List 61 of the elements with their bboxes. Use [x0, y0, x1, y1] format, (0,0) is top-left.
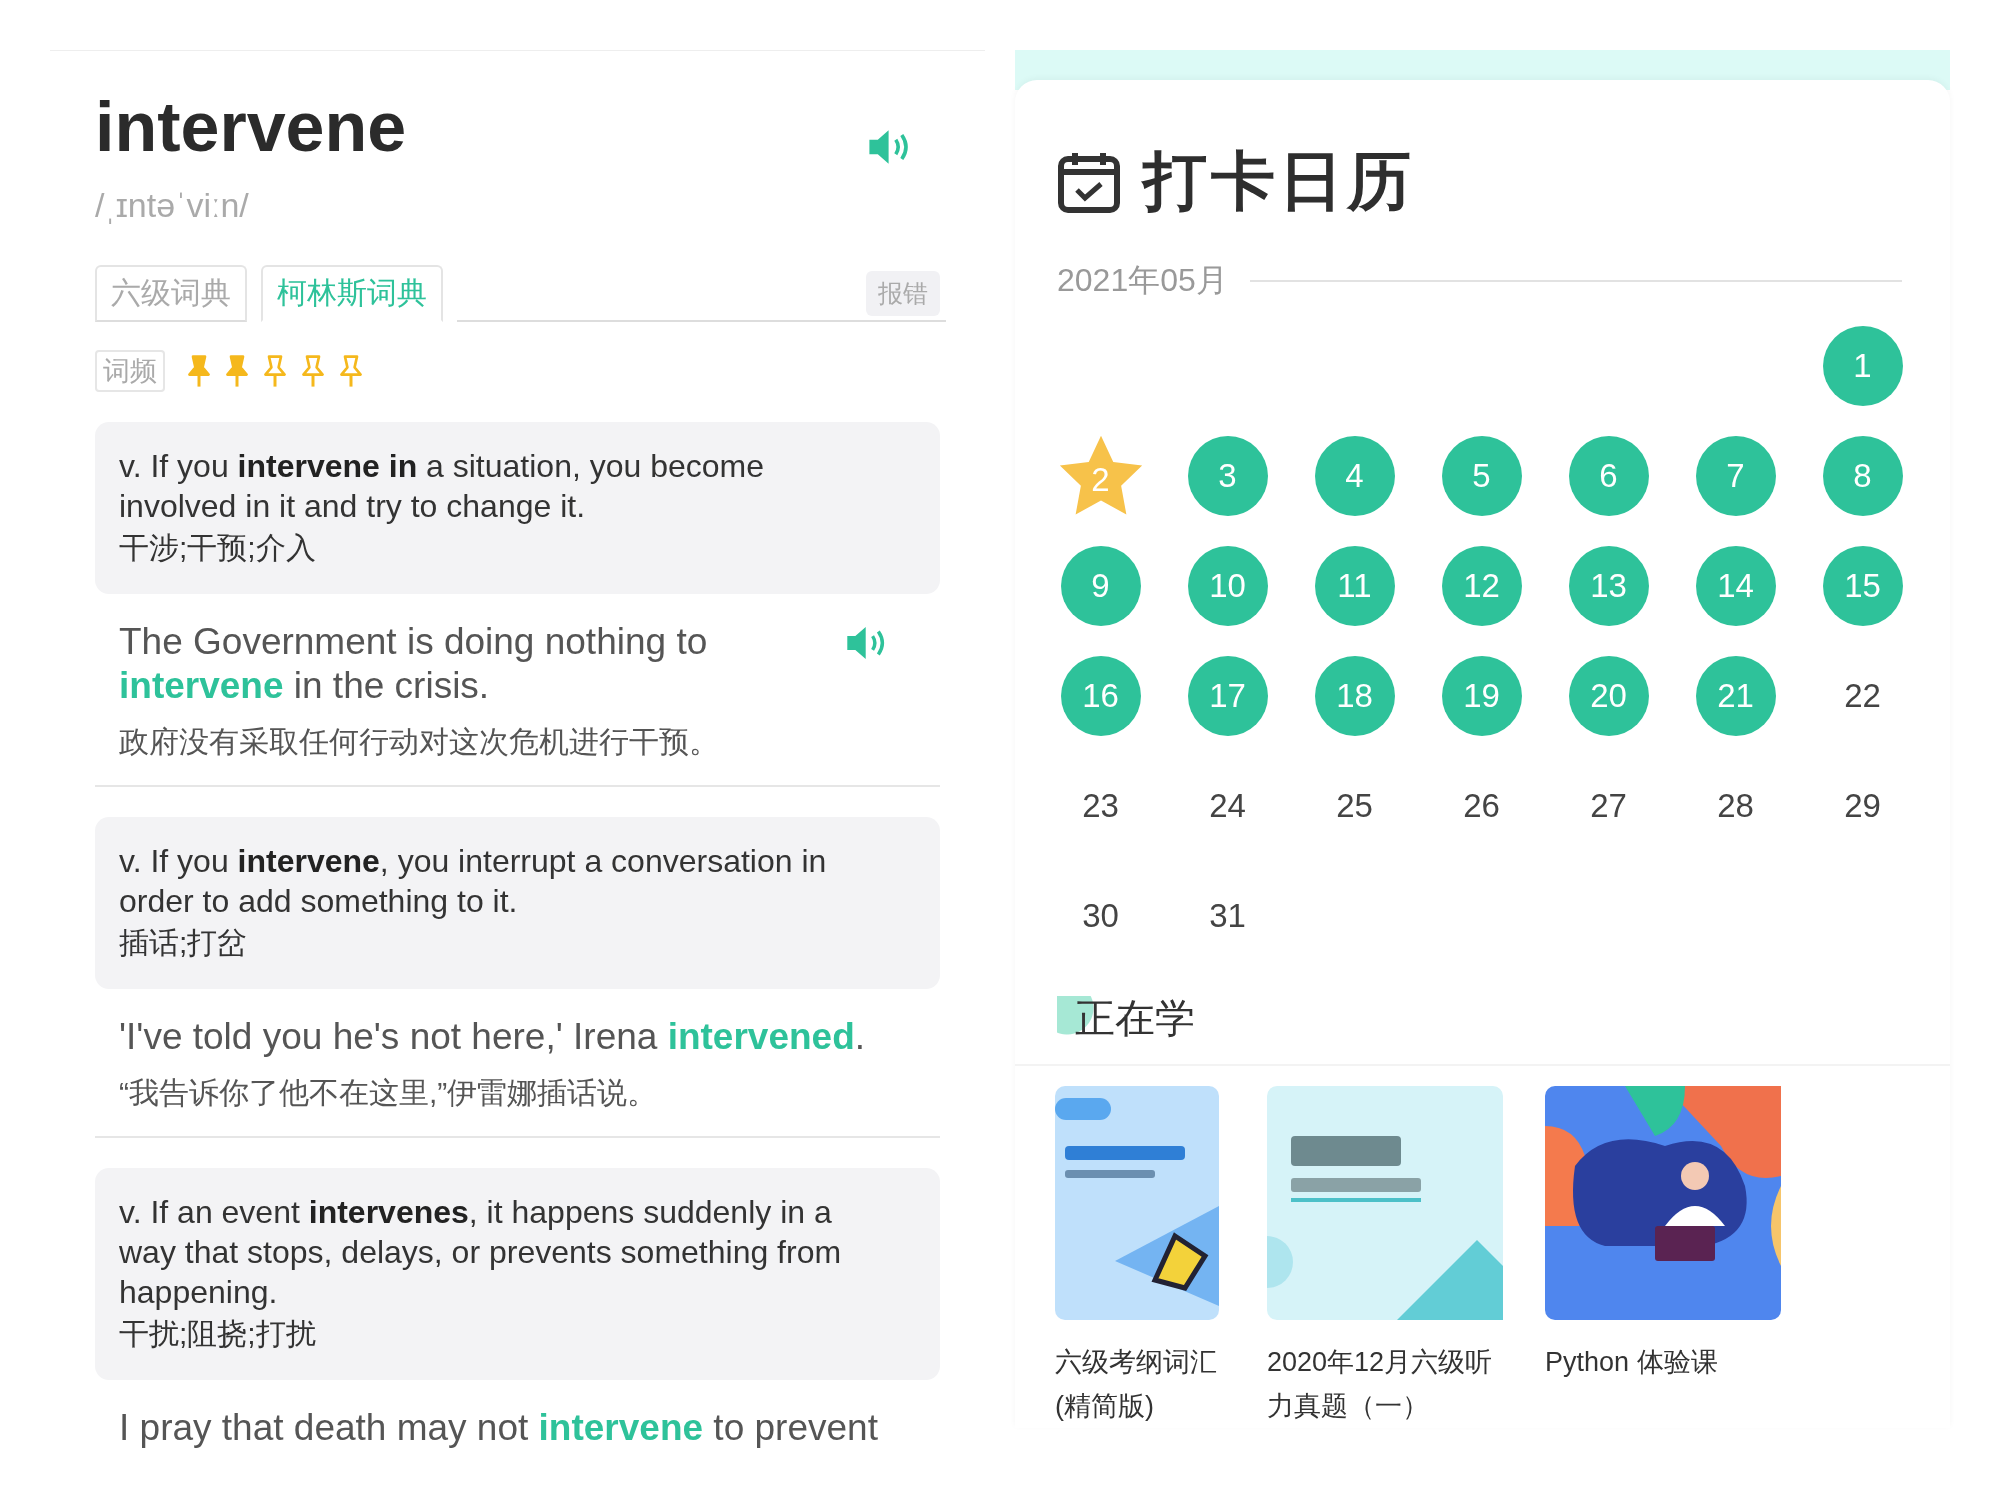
definition-translation: 插话;打岔	[119, 925, 249, 961]
checked-day[interactable]: 7	[1695, 436, 1776, 516]
course-title[interactable]: Python 体验课	[1545, 1340, 1781, 1384]
checked-day[interactable]: 9	[1060, 546, 1141, 626]
dictionary-tab[interactable]: 柯林斯词典	[261, 265, 443, 322]
definition-text: v. If an event intervenes, it happens suddenly in a way that stops, delays, or prevents something from happening.	[119, 1193, 843, 1312]
checked-day[interactable]: 19	[1441, 656, 1522, 736]
example-sentence: 'I've told you he's not here,' Irena intervened.	[119, 1015, 866, 1059]
pin-icon	[339, 354, 363, 388]
checked-day[interactable]: 21	[1695, 656, 1776, 736]
pin-icon	[301, 354, 325, 388]
checked-day[interactable]: 15	[1822, 546, 1903, 626]
checked-day[interactable]: 4	[1314, 436, 1395, 516]
definition-translation: 干扰;阻挠;打扰	[119, 1316, 317, 1352]
definition-text: v. If you intervene in a situation, you become involved in it and try to change it.	[119, 447, 766, 526]
course-title[interactable]: 六级考纲词汇(精简版)	[1055, 1340, 1225, 1428]
checked-day[interactable]: 14	[1695, 546, 1776, 626]
checked-day[interactable]: 20	[1568, 656, 1649, 736]
book-cover-illustration[interactable]	[1055, 1086, 1219, 1320]
checked-day[interactable]: 18	[1314, 656, 1395, 736]
checked-day[interactable]: 1	[1822, 326, 1903, 406]
calendar-day[interactable]: 26	[1441, 766, 1522, 846]
example-sentence: The Government is doing nothing to intervene in the crisis.	[119, 620, 709, 708]
checked-day[interactable]: 12	[1441, 546, 1522, 626]
checked-day[interactable]: 17	[1187, 656, 1268, 736]
book-cover-illustration[interactable]	[1267, 1086, 1503, 1320]
checked-day[interactable]: 11	[1314, 546, 1395, 626]
calendar-day[interactable]: 22	[1822, 656, 1903, 736]
headword: intervene	[95, 89, 407, 166]
calendar-day[interactable]: 28	[1695, 766, 1776, 846]
calendar-day[interactable]: 24	[1187, 766, 1268, 846]
pin-icon	[263, 354, 287, 388]
checked-day[interactable]: 5	[1441, 436, 1522, 516]
example-sentence: I pray that death may not intervene to prevent	[119, 1406, 878, 1450]
example-translation: “我告诉你了他不在这里,”伊雷娜插话说。	[119, 1075, 659, 1111]
checked-day[interactable]: 6	[1568, 436, 1649, 516]
checked-day[interactable]: 8	[1822, 436, 1903, 516]
section-title: 正在学	[1057, 996, 1195, 1040]
frequency-label: 词频	[95, 350, 165, 392]
calendar-day[interactable]: 25	[1314, 766, 1395, 846]
example-translation: 政府没有采取任何行动对这次危机进行干预。	[119, 724, 720, 760]
calendar-day[interactable]: 30	[1060, 876, 1141, 956]
calendar-day[interactable]: 31	[1187, 876, 1268, 956]
month-label: 2021年05月	[1057, 261, 1228, 300]
pin-icon	[187, 354, 211, 388]
report-button[interactable]: 报错	[866, 271, 940, 316]
course-cover-illustration[interactable]	[1545, 1086, 1781, 1320]
definition-text: v. If you intervene, you interrupt a conversation in order to add something to it.	[119, 842, 828, 921]
calendar-day[interactable]: 29	[1822, 766, 1903, 846]
dictionary-tab[interactable]: 六级词典	[95, 265, 247, 322]
course-title[interactable]: 2020年12月六级听力真题（一）	[1267, 1340, 1503, 1428]
calendar-title: 打卡日历	[1143, 144, 1415, 219]
checked-day[interactable]: 10	[1187, 546, 1268, 626]
phonetic: /ˌɪntəˈviːn/	[95, 186, 250, 225]
checked-day[interactable]: 13	[1568, 546, 1649, 626]
checked-day[interactable]: 3	[1187, 436, 1268, 516]
checked-day[interactable]: 16	[1060, 656, 1141, 736]
pin-icon	[225, 354, 249, 388]
calendar-day[interactable]: 27	[1568, 766, 1649, 846]
calendar-day[interactable]: 23	[1060, 766, 1141, 846]
definition-translation: 干涉;干预;介入	[119, 530, 317, 566]
